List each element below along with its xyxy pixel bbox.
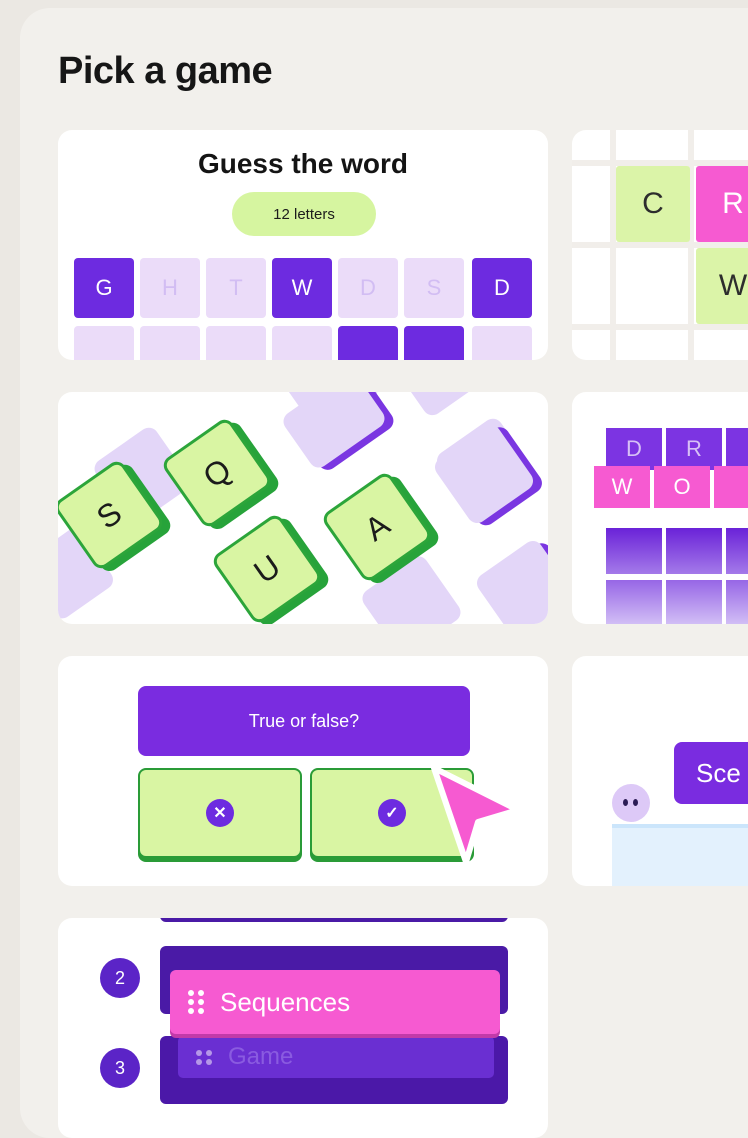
letter-tile-partial <box>206 326 266 360</box>
game-card-sequences[interactable]: Game 2 3 Sequences <box>58 918 548 1138</box>
game-card-scene[interactable]: Sce <box>572 656 748 886</box>
crossword-cell: W <box>696 248 748 324</box>
grid-line <box>688 130 694 360</box>
letter-tile: H <box>140 258 200 318</box>
sequence-bar: Game <box>160 1036 508 1104</box>
card-title: Guess the word <box>197 148 409 179</box>
step-number: 2 <box>100 958 140 998</box>
letter-tile <box>714 466 748 508</box>
game-card-wordle[interactable]: D R W O <box>572 392 748 624</box>
letter-tile <box>666 528 722 574</box>
letter-tile: T <box>206 258 266 318</box>
letter-tile: R <box>666 428 722 470</box>
letter-tile <box>726 580 748 624</box>
letter-tile: D <box>338 258 398 318</box>
letter-tile: W <box>594 466 650 508</box>
page-title: Pick a game <box>58 50 273 92</box>
game-card-squares[interactable]: S Q U A <box>58 392 548 624</box>
false-button: ✕ <box>138 768 302 858</box>
game-card-true-or-false[interactable]: True or false? ✕ ✓ <box>58 656 548 886</box>
letter-tile: D <box>606 428 662 470</box>
cursor-pointer-icon <box>431 765 521 865</box>
sequence-label: Sequences <box>220 986 351 1017</box>
scene-button: Sce <box>674 742 748 804</box>
letter-tile: G <box>74 258 134 318</box>
faded-tile <box>390 392 489 416</box>
drag-handle-icon <box>188 990 204 1014</box>
drag-handle-icon <box>196 1049 212 1065</box>
step-number: 3 <box>100 1048 140 1088</box>
x-icon: ✕ <box>206 799 234 827</box>
letter-tile-partial <box>272 326 332 360</box>
scene-panel <box>612 824 748 886</box>
sequence-bar <box>160 918 508 922</box>
crossword-cell: R <box>696 166 748 242</box>
letter-tile: O <box>654 466 710 508</box>
ghost-label: Game <box>228 1043 294 1070</box>
question-banner: True or false? <box>138 686 470 756</box>
letter-tile: D <box>472 258 532 318</box>
avatar-icon <box>612 784 650 822</box>
letter-tile <box>726 528 748 574</box>
letter-tile-partial <box>74 326 134 360</box>
game-card-crossword[interactable]: C R W <box>572 130 748 360</box>
letter-tile-partial <box>338 326 398 360</box>
letter-tile <box>606 580 662 624</box>
crossword-cell: C <box>616 166 690 242</box>
letter-tile: S <box>404 258 464 318</box>
check-icon: ✓ <box>378 799 406 827</box>
letter-count-pill: 12 letters <box>232 192 376 236</box>
letter-tile <box>726 428 748 470</box>
letter-tile: W <box>272 258 332 318</box>
grid-line <box>610 130 616 360</box>
grid-line <box>572 324 748 330</box>
letter-tile-partial <box>472 326 532 360</box>
letter-tile-partial <box>140 326 200 360</box>
sequence-item: Sequences <box>170 970 500 1034</box>
letter-tile-partial <box>404 326 464 360</box>
game-card-guess-the-word[interactable]: Guess the word 12 letters G H T W D S D <box>58 130 548 360</box>
letter-tile <box>606 528 662 574</box>
letter-tile <box>666 580 722 624</box>
